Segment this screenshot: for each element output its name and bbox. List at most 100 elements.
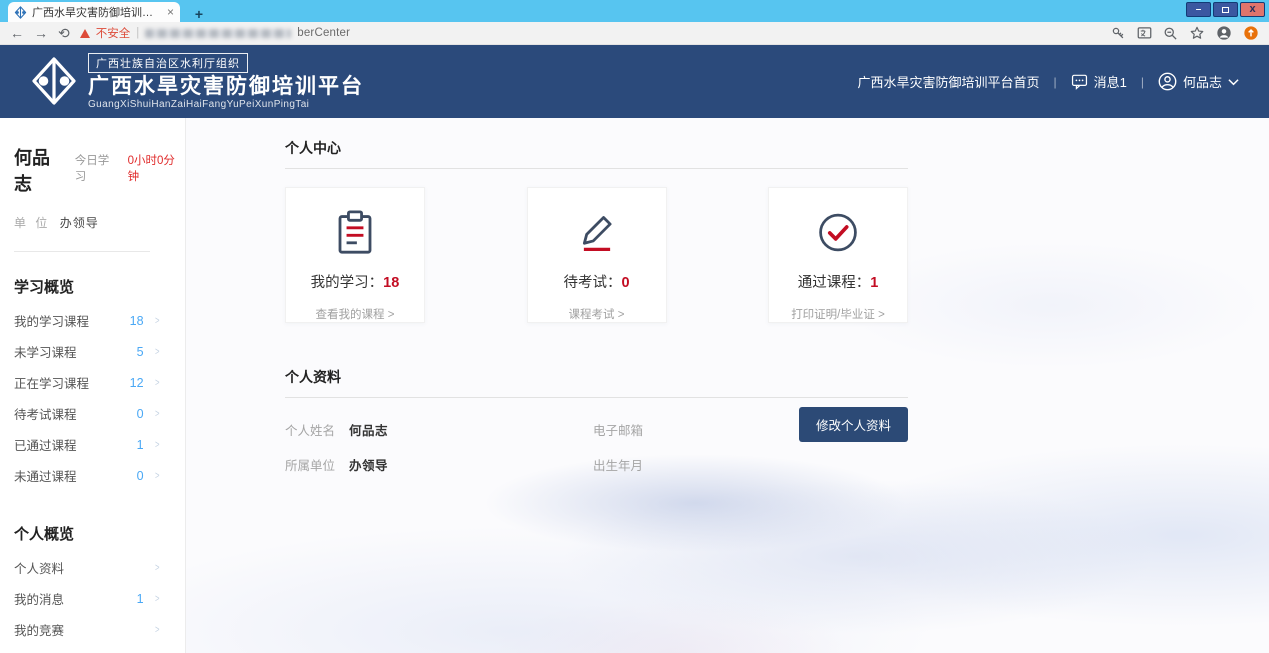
user-name-label: 何品志 [1183,72,1222,91]
messages-label: 消息1 [1094,72,1127,91]
item-count: 1 [137,592,144,606]
user-avatar-icon [1158,72,1177,91]
browser-titlebar: 广西水旱灾害防御培训平台 × + – x [0,0,1269,22]
card-count: 18 [383,275,399,291]
study-today-value: 0小时0分钟 [128,152,185,184]
browser-toolbar: ← → ⟲ 不安全 | berCenter [0,22,1269,45]
back-icon[interactable]: ← [10,26,24,40]
profile-avatar-icon[interactable] [1216,25,1232,41]
sidebar-item-profile[interactable]: 个人资料 > [14,552,160,583]
profile-title: 个人资料 [285,367,908,387]
edit-profile-button[interactable]: 修改个人资料 [799,407,908,442]
address-bar[interactable]: 不安全 | berCenter [80,25,1101,41]
item-label: 未学习课程 [14,342,137,361]
browser-window: 广西水旱灾害防御培训平台 × + – x ← → ⟲ 不安全 | berCent… [0,0,1269,653]
translate-icon[interactable] [1137,26,1152,41]
card-passed-courses[interactable]: 通过课程：1 打印证明/毕业证 > [768,187,908,323]
sidebar-item-competitions[interactable]: 我的竞赛 > [14,614,160,645]
site-header: 广西壮族自治区水利厅组织 广西水旱灾害防御培训平台 GuangXiShuiHan… [0,45,1269,118]
chevron-right-icon: > [155,562,160,574]
item-count: 12 [130,376,144,390]
study-today-label: 今日学习 [75,152,120,184]
card-link[interactable]: 查看我的课程 > [316,306,395,322]
field-label: 出生年月 [593,459,643,473]
sidebar-user-row: 何品志 今日学习0小时0分钟 [14,144,185,196]
window-controls: – x [1186,2,1265,17]
new-tab-button[interactable]: + [186,5,212,22]
window-maximize-button[interactable] [1213,2,1238,17]
site-title: 广西水旱灾害防御培训平台 [88,75,364,99]
url-separator: | [136,27,139,39]
site-favicon-icon [14,6,27,19]
sidebar-item-in-progress[interactable]: 正在学习课程 12 > [14,367,160,398]
field-value: 何品志 [349,424,388,438]
security-warning-icon [80,29,90,38]
redacted-url-segment [145,29,291,38]
item-label: 待考试课程 [14,404,137,423]
sidebar-item-not-passed[interactable]: 未通过课程 0 > [14,460,160,491]
card-text: 通过课程： [798,275,871,291]
window-minimize-button[interactable]: – [1186,2,1211,17]
field-label: 电子邮箱 [593,424,643,438]
clipboard-icon [334,210,376,255]
field-value: 办领导 [349,459,388,473]
item-count: 18 [130,314,144,328]
summary-cards: 我的学习：18 查看我的课程 > 待考试：0 课程考试 > [285,187,908,323]
card-label: 通过课程：1 [798,271,879,292]
user-menu[interactable]: 何品志 [1158,72,1239,91]
sidebar-item-my-courses[interactable]: 我的学习课程 18 > [14,305,160,336]
security-warning-label: 不安全 [96,25,131,41]
card-count: 0 [621,275,629,291]
pencil-icon [576,210,618,255]
chevron-right-icon: > [155,593,160,605]
item-count: 0 [137,469,144,483]
item-count: 1 [137,438,144,452]
page-body: 何品志 今日学习0小时0分钟 单 位 办领导 学习概览 我的学习课程 18 > … [0,118,1269,653]
chevron-right-icon: > [155,624,160,636]
org-badge: 广西壮族自治区水利厅组织 [88,53,248,73]
chevron-down-icon [1228,78,1239,86]
sidebar: 何品志 今日学习0小时0分钟 单 位 办领导 学习概览 我的学习课程 18 > … [0,118,186,653]
sidebar-item-not-started[interactable]: 未学习课程 5 > [14,336,160,367]
bookmark-star-icon[interactable] [1189,25,1205,41]
refresh-icon[interactable]: ⟲ [58,26,70,40]
divider [285,397,908,398]
home-link[interactable]: 广西水旱灾害防御培训平台首页 [857,72,1039,91]
divider [285,168,908,169]
chevron-right-icon: > [155,346,160,358]
sidebar-user-name: 何品志 [14,144,67,196]
field-birth: 出生年月 [593,455,908,474]
sidebar-item-passed[interactable]: 已通过课程 1 > [14,429,160,460]
window-close-button[interactable]: x [1240,2,1265,17]
unit-value: 办领导 [60,216,99,230]
browser-update-icon[interactable] [1243,25,1259,41]
forward-icon[interactable]: → [34,26,48,40]
card-label: 我的学习：18 [311,271,400,292]
zoom-icon[interactable] [1163,26,1178,41]
card-my-study[interactable]: 我的学习：18 查看我的课程 > [285,187,425,323]
field-label: 所属单位 [285,459,335,473]
password-key-icon[interactable] [1111,26,1126,41]
tab-close-icon[interactable]: × [167,6,174,18]
messages-link[interactable]: 消息1 [1071,72,1127,91]
item-label: 我的竞赛 [14,620,144,639]
site-brand: 广西壮族自治区水利厅组织 广西水旱灾害防御培训平台 GuangXiShuiHan… [30,53,364,110]
toolbar-actions [1111,25,1259,41]
header-nav: 广西水旱灾害防御培训平台首页 | 消息1 | 何品志 [857,72,1239,91]
sidebar-item-change-password[interactable]: 修改密码 > [14,645,160,653]
card-pending-exam[interactable]: 待考试：0 课程考试 > [527,187,667,323]
site-title-pinyin: GuangXiShuiHanZaiHaiFangYuPeiXunPingTai [88,99,364,110]
card-link[interactable]: 打印证明/毕业证 > [791,306,885,322]
browser-tab[interactable]: 广西水旱灾害防御培训平台 × [8,2,180,22]
item-label: 我的消息 [14,589,137,608]
item-label: 已通过课程 [14,435,137,454]
header-separator: | [1054,75,1057,89]
card-link[interactable]: 课程考试 > [569,306,625,322]
chevron-right-icon: > [155,439,160,451]
sidebar-divider [14,251,150,252]
section-title-personal: 个人概览 [14,523,185,544]
field-name: 个人姓名何品志 [285,420,593,439]
check-circle-icon [816,210,860,255]
sidebar-item-messages[interactable]: 我的消息 1 > [14,583,160,614]
sidebar-item-pending-exam[interactable]: 待考试课程 0 > [14,398,160,429]
